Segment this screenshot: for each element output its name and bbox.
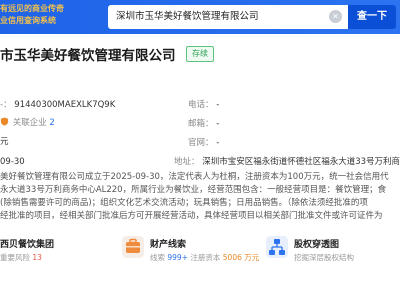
equity-chart-title: 股权穿透图 [294,240,340,250]
group-card-sub: 重要风险 13 [0,252,42,263]
search-input-value: 深圳市玉华美好餐饮管理有限公司 [116,11,259,22]
slogan: 有远见的商业传奇 业信用查询系统 [0,3,98,27]
risk-count: 13 [32,253,42,262]
website-value: - [216,138,220,148]
shield-icon [0,117,9,126]
email-row: 邮箱： - [188,118,219,130]
equity-chart-card[interactable]: 股权穿透图 挖掘深层股权结构 [262,236,400,276]
equity-chart-icon [266,236,288,258]
related-companies-row[interactable]: 关联企业 2 [0,117,55,129]
phone-row: 电话： - [188,99,219,111]
slogan-line-1: 有远见的商业传奇 [0,4,64,13]
status-badge: 存续 [186,46,214,62]
search-button[interactable]: 查一下 [348,5,396,29]
equity-chart-sub: 挖掘深层股权结构 [294,253,354,262]
property-clues-card[interactable]: 财产线索 线索 999+ 注册资本 5006 万元 [122,236,262,276]
address-value[interactable]: 深圳市宝安区福永街道怀德社区福永大道33号万利商务 [202,157,400,167]
website-label: 官网： [188,138,214,148]
phone-label: 电话： [188,100,214,110]
property-clues-sub: 线索 999+ 注册资本 5006 万元 [150,253,260,262]
related-companies-count: 2 [49,118,55,128]
credit-code: 91440300MAEXLK7Q9K [14,100,116,110]
risk-label: 重要风险 [0,253,30,262]
company-description: 美好餐饮管理有限公司成立于2025-09-30，法定代表人为杜桐，注册资本为10… [0,171,400,223]
group-card-title: 西贝餐饮集团 [0,240,55,250]
top-navigation-bar: 有远见的商业传奇 业信用查询系统 深圳市玉华美好餐饮管理有限公司 ✕ 查一下 [0,0,400,34]
related-companies-label: 关联企业 [12,118,47,128]
clue-count: 999+ [167,253,188,262]
capital-fragment: 元 [0,137,9,147]
clear-icon[interactable]: ✕ [329,10,342,23]
established-date: 09-30 [0,157,25,167]
email-label: 邮箱： [188,119,214,129]
description-line-2: 永大道33号万利商务中心AL220，所属行业为餐饮业，经营范围包含：一般经营项目… [0,185,387,195]
email-value: - [216,119,220,129]
phone-value: - [216,100,220,110]
search-input[interactable]: 深圳市玉华美好餐饮管理有限公司 ✕ [108,5,348,29]
slogan-line-2: 业信用查询系统 [0,16,56,25]
established-row: 09-30 [0,156,25,168]
capital-row: 元 [0,136,9,148]
property-clues-title: 财产线索 [150,240,187,250]
company-name: 市玉华美好餐饮管理有限公司 [0,48,176,64]
registered-capital: 5006 万元 [222,253,260,262]
group-card[interactable]: 西贝餐饮集团 重要风险 13 [0,236,120,276]
description-line-3: (除销售需要许可的商品)；组织文化艺术交流活动；玩具销售；日用品销售。（除依法须… [0,198,368,208]
address-label: 地址： [174,157,200,167]
address-row: 地址： 深圳市宝安区福永街道怀德社区福永大道33号万利商务 [174,156,400,168]
property-icon [122,236,144,258]
credit-code-row: -： 91440300MAEXLK7Q9K [0,100,116,110]
feature-cards: 西贝餐饮集团 重要风险 13 财产线索 线索 999+ 注册资本 5006 万元 [0,222,400,300]
website-row: 官网： - [188,137,219,149]
description-line-1: 美好餐饮管理有限公司成立于2025-09-30，法定代表人为杜桐，注册资本为10… [0,172,389,182]
